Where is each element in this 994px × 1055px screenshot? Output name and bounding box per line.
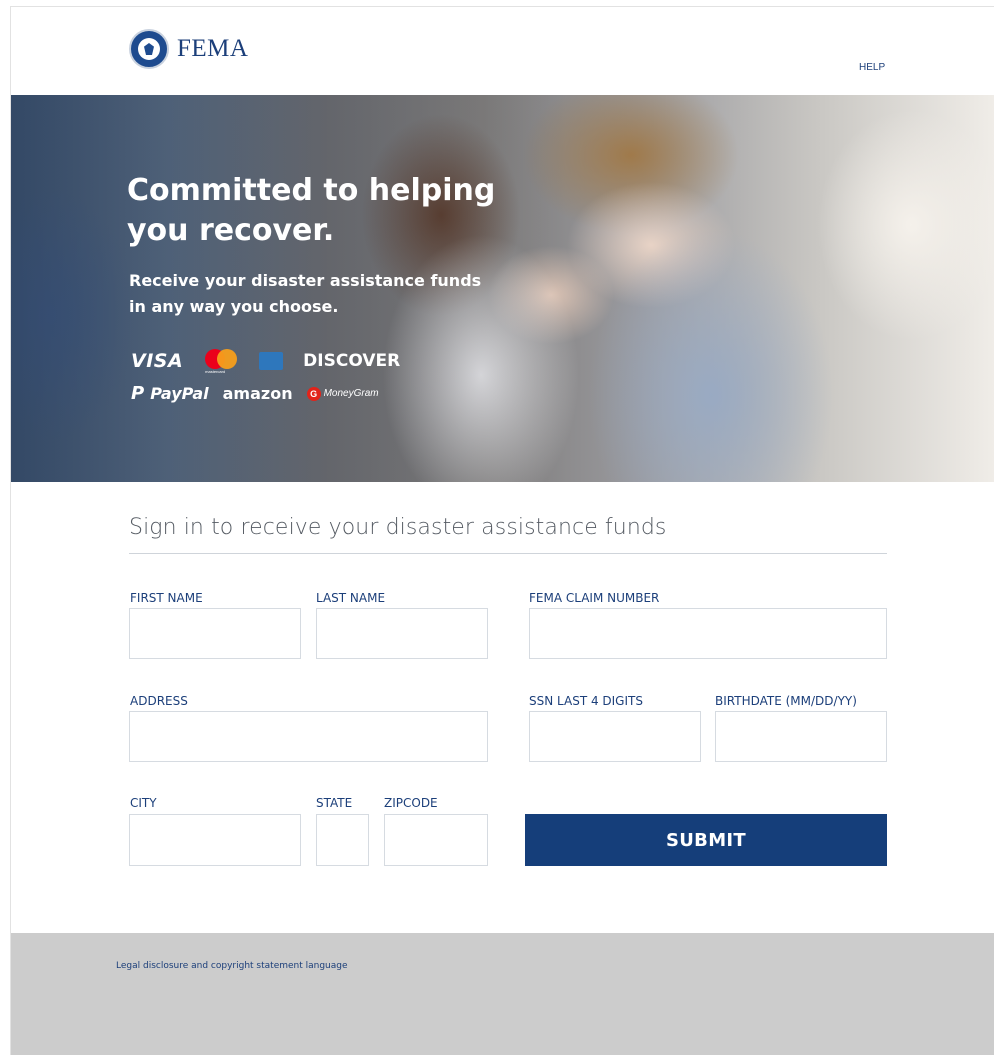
discover-logo: DISCOVER xyxy=(303,351,401,371)
state-label: STATE xyxy=(316,796,353,810)
address-input[interactable] xyxy=(129,711,488,762)
mastercard-wordmark: mastercard xyxy=(205,369,226,374)
moneygram-icon: G xyxy=(306,386,321,401)
first-name-label: FIRST NAME xyxy=(130,591,203,605)
american-express-logo-icon xyxy=(259,352,284,370)
city-label: CITY xyxy=(130,796,157,810)
last-name-label: LAST NAME xyxy=(316,591,386,605)
zipcode-input[interactable] xyxy=(384,814,488,866)
fema-logo[interactable]: FEMA xyxy=(129,29,248,69)
page: FEMA HELP Committed to helping you recov… xyxy=(10,6,994,1055)
mastercard-orange-circle xyxy=(217,349,238,369)
brand-wordmark: FEMA xyxy=(177,35,249,62)
moneygram-logo: MoneyGram xyxy=(323,388,379,399)
ssn-last4-input[interactable] xyxy=(529,711,701,762)
mastercard-logo: mastercard xyxy=(205,349,239,374)
site-header: FEMA HELP xyxy=(11,7,994,95)
last-name-input[interactable] xyxy=(316,608,488,659)
paypal-logo: PayPal xyxy=(150,384,209,403)
city-input[interactable] xyxy=(129,814,301,866)
visa-logo: VISA xyxy=(131,350,184,372)
paypal-icon: P xyxy=(131,383,145,404)
address-label: ADDRESS xyxy=(130,694,188,708)
claim-number-input[interactable] xyxy=(529,608,887,659)
hero-subtitle: Receive your disaster assistance funds i… xyxy=(129,271,482,316)
payment-logos-row-1: VISA mastercard DISCOVER xyxy=(131,349,401,374)
first-name-input[interactable] xyxy=(129,608,301,659)
form-divider xyxy=(129,553,887,554)
birthdate-input[interactable] xyxy=(715,711,887,762)
ssn-last4-label: SSN LAST 4 DIGITS xyxy=(529,694,643,708)
site-footer: Legal disclosure and copyright statement… xyxy=(11,933,994,1055)
zipcode-label: ZIPCODE xyxy=(384,796,438,810)
amazon-logo: amazon xyxy=(222,384,293,403)
legal-disclosure-text: Legal disclosure and copyright statement… xyxy=(116,961,348,971)
birthdate-label: BIRTHDATE (MM/DD/YY) xyxy=(715,694,857,708)
state-input[interactable] xyxy=(316,814,369,866)
dhs-seal-icon xyxy=(129,29,169,69)
hero-title: Committed to helping you recover. xyxy=(127,173,496,248)
payment-logos-row-2: P PayPal amazon G MoneyGram xyxy=(131,383,379,404)
form-title: Sign in to receive your disaster assista… xyxy=(129,515,667,540)
claim-number-label: FEMA CLAIM NUMBER xyxy=(529,591,660,605)
submit-button[interactable]: SUBMIT xyxy=(525,814,887,866)
help-link[interactable]: HELP xyxy=(859,62,885,73)
hero-banner: Committed to helping you recover. Receiv… xyxy=(11,95,994,482)
